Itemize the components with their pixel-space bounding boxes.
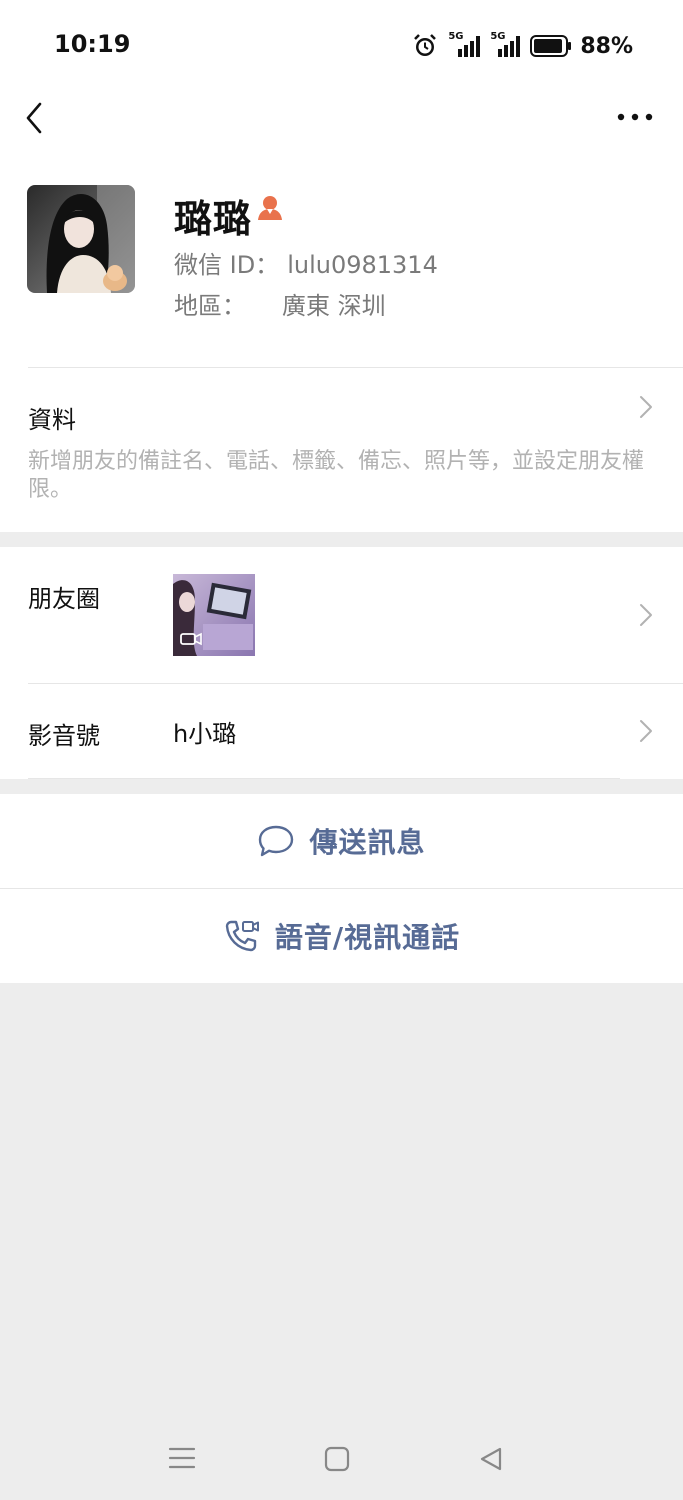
call-label: 語音/視訊通話 [274,921,461,954]
info-description: 新增朋友的備註名、電話、標籤、備忘、照片等，並設定朋友權限。 [28,449,645,502]
profile-header: 璐璐 微信 ID： lulu0981314 地區： 廣東 深圳 [0,150,683,368]
battery-percent: 88% [580,33,633,59]
wechat-id-label: 微信 ID： [174,251,280,279]
moments-row[interactable]: 朋友圈 [0,547,683,683]
contact-name: 璐璐 [174,197,253,241]
system-nav-bar [0,1420,683,1500]
signal-5g-1-icon: 5G [446,31,482,59]
wechat-id-value: lulu0981314 [287,251,438,279]
back-chevron-icon[interactable] [22,100,46,136]
moments-label: 朋友圈 [28,585,100,613]
region-row: 地區： 廣東 深圳 [174,286,386,321]
voice-video-call-button[interactable]: 語音/視訊通話 [0,889,683,983]
channels-value: h小璐 [173,720,237,748]
chevron-right-icon [640,396,652,418]
wechat-id-row: 微信 ID： lulu0981314 [174,245,438,280]
status-bar: 10:19 5G 5G 88% [0,0,683,90]
chevron-right-icon [640,720,652,742]
chevron-right-icon [640,604,652,626]
send-message-button[interactable]: 傳送訊息 [0,794,683,888]
home-icon[interactable] [324,1446,350,1472]
back-triangle-icon[interactable] [478,1446,504,1472]
channels-label: 影音號 [28,722,100,750]
menu-icon[interactable] [168,1446,196,1470]
info-title: 資料 [28,406,76,434]
phone-video-icon [225,920,259,952]
more-dots-icon[interactable] [616,110,656,124]
section-bottom-divider [28,778,620,779]
region-value: 廣東 深圳 [282,292,386,320]
status-icons: 5G 5G 88% [412,28,633,64]
contact-badge-icon [258,196,282,220]
send-message-label: 傳送訊息 [309,826,426,859]
region-label: 地區： [174,292,246,320]
alarm-icon [414,34,437,56]
channels-row[interactable]: 影音號 h小璐 [0,684,683,779]
moments-thumbnail[interactable] [173,574,255,656]
nav-bar [0,90,683,150]
battery-icon [530,35,572,57]
info-section[interactable]: 資料 新增朋友的備註名、電話、標籤、備忘、照片等，並設定朋友權限。 [0,368,683,532]
moments-channels-section: 朋友圈 影音號 h小璐 [0,547,683,779]
avatar[interactable] [27,185,135,293]
chat-bubble-icon [259,825,294,857]
status-time: 10:19 [54,30,131,58]
signal-5g-2-icon: 5G [490,31,522,59]
